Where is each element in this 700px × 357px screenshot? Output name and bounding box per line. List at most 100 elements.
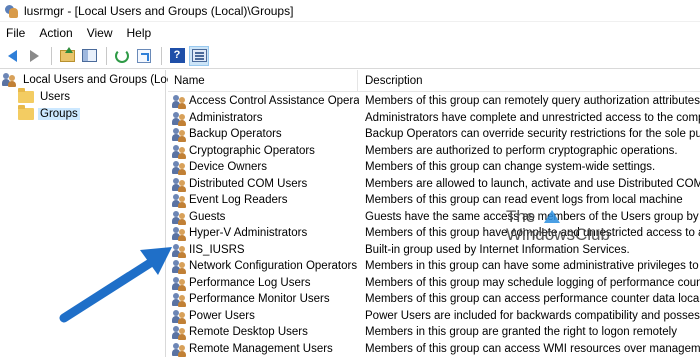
- group-name: Remote Desktop Users: [189, 326, 308, 339]
- list-item[interactable]: Power Users Power Users are included for …: [168, 308, 700, 325]
- group-icon: [172, 177, 187, 192]
- tree-item-label: Users: [40, 90, 71, 103]
- refresh-icon: [115, 48, 129, 63]
- column-header-name[interactable]: Name: [168, 70, 358, 92]
- group-name: Network Configuration Operators: [189, 260, 358, 273]
- group-description: Members of this group may schedule loggi…: [365, 276, 700, 289]
- list-item[interactable]: Administrators Administrators have comple…: [168, 110, 700, 127]
- column-header-description[interactable]: Description: [359, 70, 700, 92]
- group-icon: [172, 243, 187, 258]
- list-item[interactable]: Device Owners Members of this group can c…: [168, 159, 700, 176]
- group-name: Event Log Readers: [189, 194, 288, 207]
- group-name: Distributed COM Users: [189, 177, 308, 190]
- list-item[interactable]: Distributed COM Users Members are allowed…: [168, 176, 700, 193]
- group-icon: [172, 111, 187, 126]
- tree-root[interactable]: Local Users and Groups (Local): [2, 71, 187, 88]
- console-tree: Local Users and Groups (Local) Users Gro…: [0, 70, 185, 357]
- list-item[interactable]: Access Control Assistance Operators Membe…: [168, 93, 700, 110]
- tree-item-users[interactable]: Users: [18, 87, 72, 105]
- list-item[interactable]: Remote Desktop Users Members in this grou…: [168, 324, 700, 341]
- group-name: Backup Operators: [189, 128, 282, 141]
- group-icon: [172, 226, 187, 241]
- window-title: lusrmgr - [Local Users and Groups (Local…: [24, 3, 294, 18]
- menu-action[interactable]: Action: [33, 23, 80, 43]
- group-description: Members of this group can read event log…: [365, 194, 683, 207]
- show-hide-console-tree-button[interactable]: [79, 46, 99, 66]
- help-button[interactable]: ?: [167, 46, 187, 66]
- group-description: Members of this group can remotely query…: [365, 95, 700, 108]
- list-item[interactable]: Event Log Readers Members of this group c…: [168, 192, 700, 209]
- group-name: Performance Log Users: [189, 276, 311, 289]
- up-one-level-button[interactable]: [57, 46, 77, 66]
- group-icon: [172, 292, 187, 307]
- group-icon: [172, 193, 187, 208]
- group-icon: [172, 160, 187, 175]
- show-hide-console-tree-icon: [81, 49, 97, 62]
- toolbar-separator: [161, 46, 162, 65]
- list-item[interactable]: Guests Guests have the same access as mem…: [168, 209, 700, 226]
- group-icon: [172, 276, 187, 291]
- list-item[interactable]: Performance Monitor Users Members of this…: [168, 291, 700, 308]
- group-name: IIS_IUSRS: [189, 243, 245, 256]
- list-item[interactable]: Network Configuration Operators Members i…: [168, 258, 700, 275]
- group-icon: [172, 259, 187, 274]
- menu-view[interactable]: View: [81, 23, 121, 43]
- group-name: Cryptographic Operators: [189, 144, 315, 157]
- group-name: Power Users: [189, 309, 255, 322]
- folder-icon: [18, 87, 34, 103]
- menu-help[interactable]: Help: [121, 23, 160, 43]
- group-name: Hyper-V Administrators: [189, 227, 308, 240]
- group-name: Performance Monitor Users: [189, 293, 330, 306]
- group-description: Backup Operators can override security r…: [365, 128, 700, 141]
- tree-item-label: Groups: [38, 107, 80, 120]
- group-icon: [172, 94, 187, 109]
- group-description: Members of this group can access WMI res…: [365, 342, 700, 355]
- refresh-button[interactable]: [112, 46, 132, 66]
- export-list-button[interactable]: [134, 46, 154, 66]
- toolbar-separator: [106, 46, 107, 65]
- group-description: Power Users are included for backwards c…: [365, 309, 700, 322]
- group-icon: [172, 325, 187, 340]
- menu-bar: File Action View Help: [0, 23, 700, 43]
- title-bar: lusrmgr - [Local Users and Groups (Local…: [0, 0, 700, 22]
- group-description: Administrators have complete and unrestr…: [365, 111, 700, 124]
- watermark: The WindowsClub: [506, 207, 610, 257]
- export-list-icon: [137, 48, 151, 63]
- group-icon: [172, 127, 187, 142]
- help-icon: ?: [169, 48, 185, 63]
- group-icon: [172, 210, 187, 225]
- group-icon: [172, 309, 187, 324]
- up-folder-icon: [59, 46, 75, 62]
- folder-icon: [18, 104, 34, 120]
- group-description: Members are authorized to perform crypto…: [365, 144, 678, 157]
- list-item[interactable]: Performance Log Users Members of this gro…: [168, 275, 700, 292]
- list-item[interactable]: Hyper-V Administrators Members of this gr…: [168, 225, 700, 242]
- group-name: Administrators: [189, 111, 263, 124]
- forward-button[interactable]: [24, 46, 44, 66]
- tree-item-groups[interactable]: Groups: [18, 104, 80, 122]
- list-item[interactable]: Remote Management Users Members of this g…: [168, 341, 700, 357]
- group-description: Members in this group can have some admi…: [365, 260, 700, 273]
- group-icon: [172, 342, 187, 357]
- list-item[interactable]: Backup Operators Backup Operators can ove…: [168, 126, 700, 143]
- group-name: Guests: [189, 210, 226, 223]
- forward-icon: [29, 49, 39, 62]
- back-button[interactable]: [2, 46, 22, 66]
- app-icon: [4, 4, 18, 18]
- group-description: Members of this group can change system-…: [365, 161, 656, 174]
- view-icon: [191, 49, 207, 62]
- menu-file[interactable]: File: [0, 23, 33, 43]
- group-icon: [172, 144, 187, 159]
- group-name: Remote Management Users: [189, 342, 333, 355]
- watermark-line1: The: [506, 207, 536, 226]
- toolbar-separator: [51, 46, 52, 65]
- group-name: Device Owners: [189, 161, 267, 174]
- view-button[interactable]: [189, 45, 209, 66]
- group-description: Members of this group can access perform…: [365, 293, 700, 306]
- group-name: Access Control Assistance Operators: [189, 95, 359, 108]
- watermark-line2: WindowsClub: [506, 225, 610, 244]
- list-item[interactable]: IIS_IUSRS Built-in group used by Internet…: [168, 242, 700, 259]
- list-item[interactable]: Cryptographic Operators Members are autho…: [168, 143, 700, 160]
- watermark-logo-icon: [544, 210, 560, 223]
- group-description: Members are allowed to launch, activate …: [365, 177, 700, 190]
